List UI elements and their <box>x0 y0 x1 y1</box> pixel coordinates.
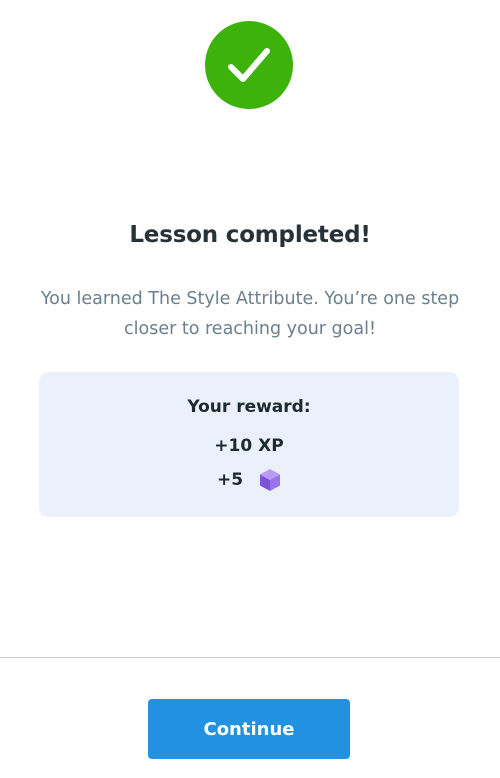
lesson-completed-title: Lesson completed! <box>129 222 371 248</box>
gem-reward-amount: +5 <box>216 470 244 490</box>
success-checkmark-icon <box>205 21 293 109</box>
gem-reward: +5 <box>39 468 459 492</box>
lesson-completed-message: You learned The Style Attribute. You’re … <box>40 289 460 339</box>
purple-gem-icon <box>260 469 281 491</box>
footer-divider <box>0 657 500 658</box>
checkmark-icon <box>228 48 270 82</box>
continue-button[interactable]: Continue <box>148 699 350 759</box>
reward-card: Your reward: +10 XP +5 <box>39 372 459 517</box>
xp-reward: +10 XP <box>214 436 284 456</box>
lesson-complete-page: Lesson completed! You learned The Style … <box>0 0 500 778</box>
reward-title: Your reward: <box>187 397 311 417</box>
